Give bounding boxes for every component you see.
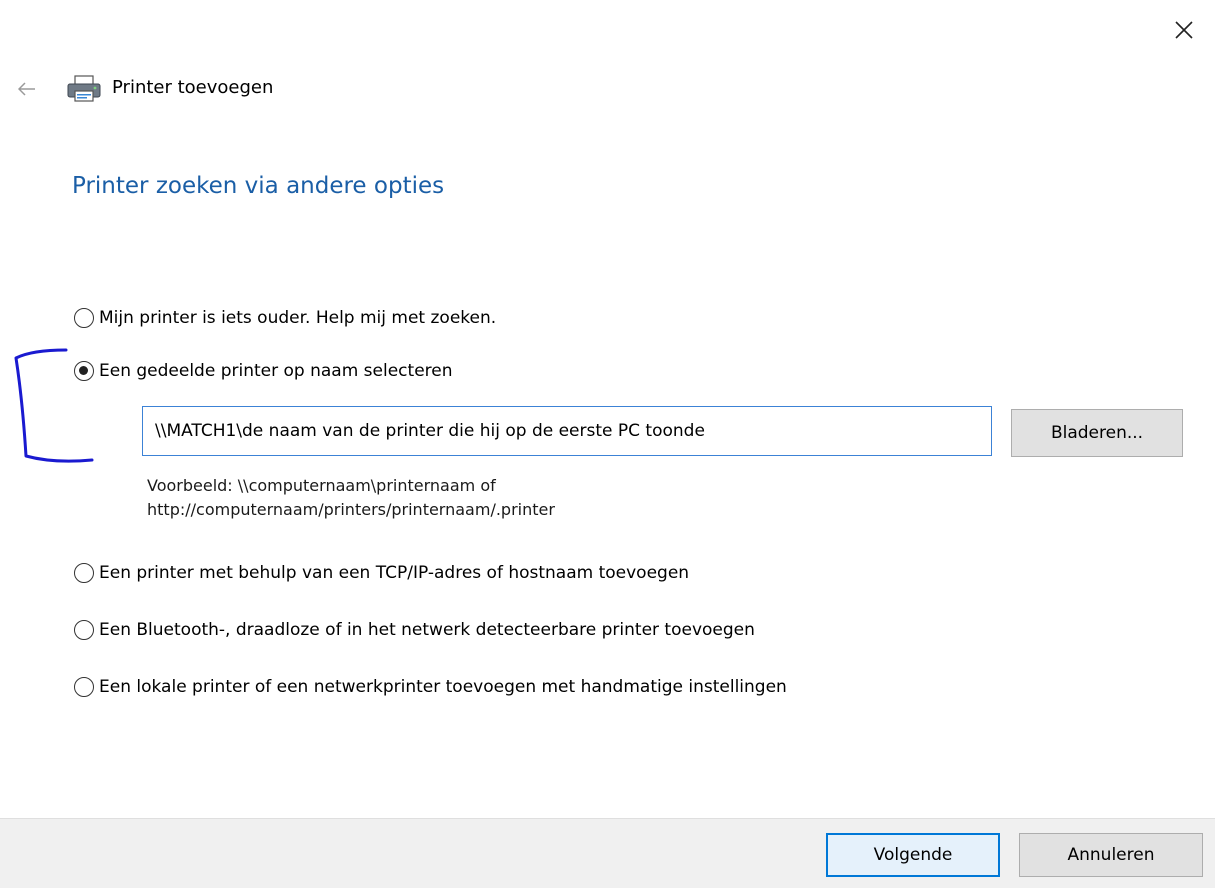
option-label: Een Bluetooth-, draadloze of in het netw… (99, 620, 755, 640)
example-line-1: Voorbeeld: \\computernaam\printernaam of (147, 476, 496, 495)
example-hint: Voorbeeld: \\computernaam\printernaam of… (147, 474, 555, 522)
dialog-footer: Volgende Annuleren (0, 818, 1215, 888)
radio-button[interactable] (74, 620, 94, 640)
option-old-printer[interactable]: Mijn printer is iets ouder. Help mij met… (74, 306, 496, 330)
option-label: Een lokale printer of een netwerkprinter… (99, 677, 787, 697)
window-title: Printer toevoegen (112, 77, 274, 98)
radio-button[interactable] (74, 563, 94, 583)
next-button[interactable]: Volgende (826, 833, 1000, 877)
radio-button[interactable] (74, 677, 94, 697)
option-label: Een printer met behulp van een TCP/IP-ad… (99, 563, 690, 583)
example-line-2: http://computernaam/printers/printernaam… (147, 500, 555, 519)
option-tcp-ip[interactable]: Een printer met behulp van een TCP/IP-ad… (74, 561, 689, 585)
option-shared-printer-by-name[interactable]: Een gedeelde printer op naam selecteren (74, 359, 453, 383)
page-title: Printer zoeken via andere opties (72, 173, 445, 199)
close-button[interactable] (1166, 12, 1202, 48)
cancel-button[interactable]: Annuleren (1019, 833, 1203, 877)
printer-icon (67, 75, 101, 102)
radio-button[interactable] (74, 308, 94, 328)
add-printer-window: Printer toevoegen Printer zoeken via and… (0, 0, 1215, 888)
option-bluetooth-wireless[interactable]: Een Bluetooth-, draadloze of in het netw… (74, 618, 755, 642)
option-label: Mijn printer is iets ouder. Help mij met… (99, 308, 497, 328)
browse-button[interactable]: Bladeren... (1011, 409, 1183, 457)
shared-printer-name-input[interactable] (142, 406, 992, 456)
radio-button-selected[interactable] (74, 361, 94, 381)
back-button[interactable] (10, 72, 44, 106)
close-icon (1175, 21, 1193, 39)
back-arrow-icon (18, 82, 35, 96)
option-label: Een gedeelde printer op naam selecteren (99, 361, 453, 381)
option-local-manual[interactable]: Een lokale printer of een netwerkprinter… (74, 675, 787, 699)
